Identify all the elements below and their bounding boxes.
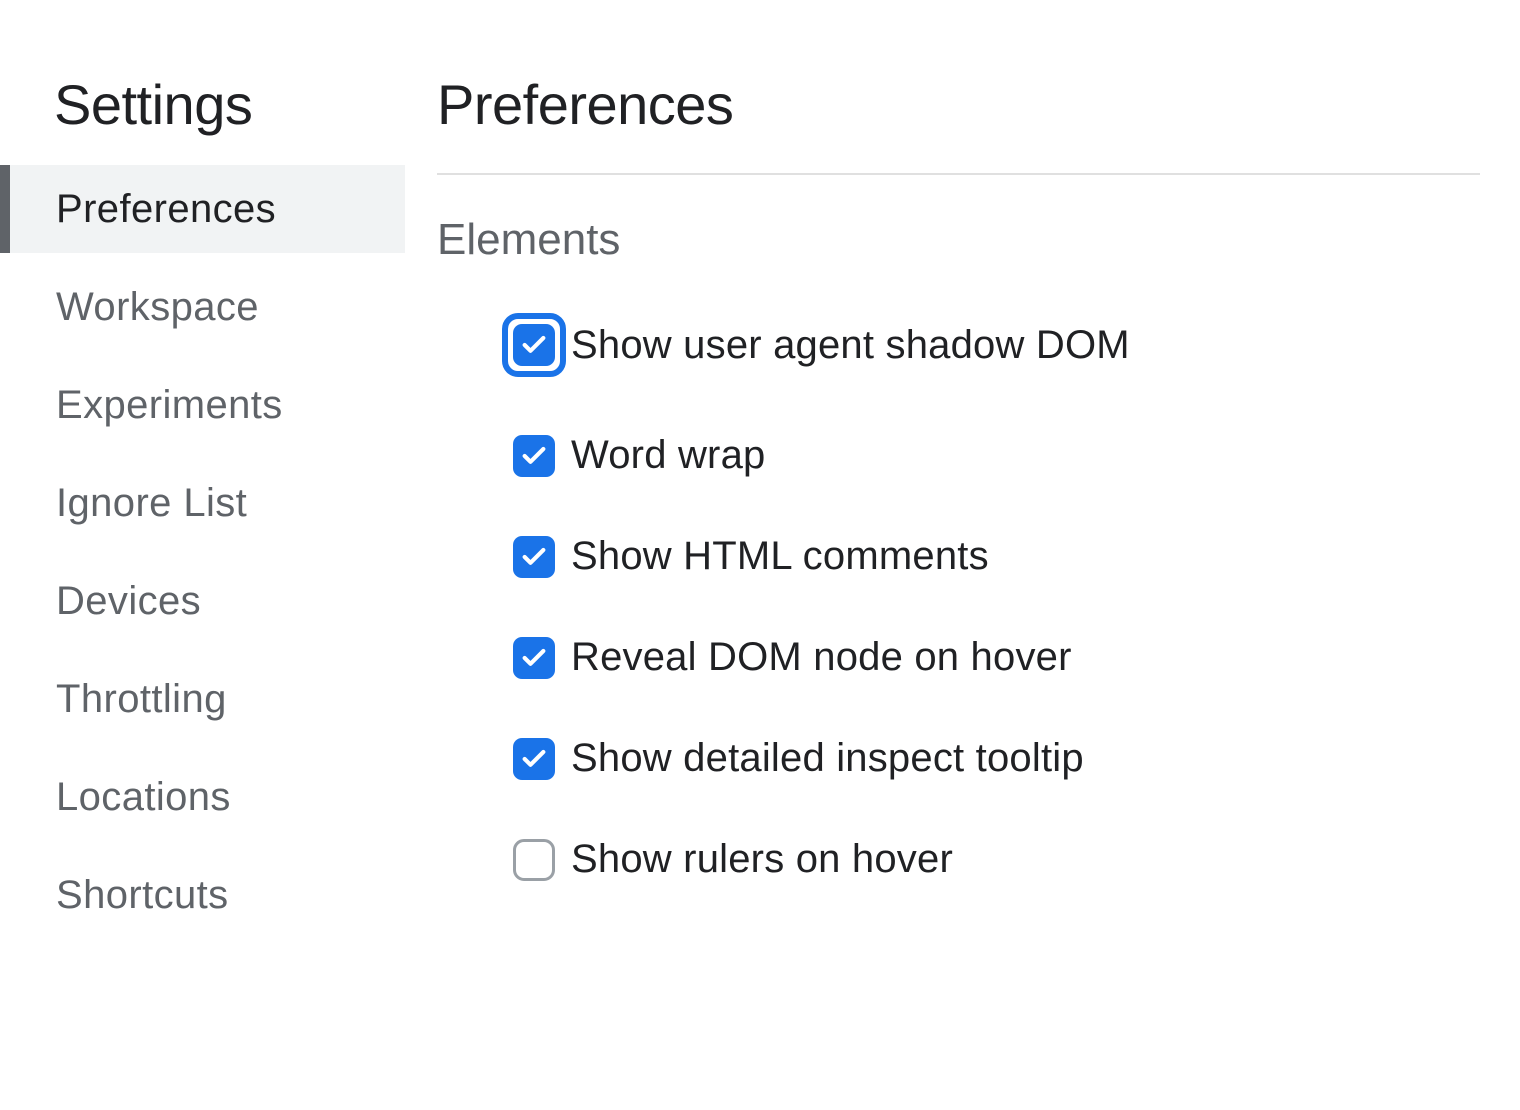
- sidebar-item-experiments[interactable]: Experiments: [0, 361, 405, 449]
- sidebar-item-ignore-list[interactable]: Ignore List: [0, 459, 405, 547]
- option-label: Word wrap: [571, 433, 765, 478]
- option-label: Reveal DOM node on hover: [571, 635, 1072, 680]
- checkbox-icon[interactable]: [513, 435, 555, 477]
- checkbox-focus-ring: [502, 313, 566, 377]
- preferences-panel: Preferences Elements Show user agent sha…: [405, 0, 1520, 1110]
- sidebar-item-shortcuts[interactable]: Shortcuts: [0, 851, 405, 939]
- sidebar-item-locations[interactable]: Locations: [0, 753, 405, 841]
- option-show-rulers-on-hover[interactable]: Show rulers on hover: [513, 837, 1480, 882]
- sidebar-item-devices[interactable]: Devices: [0, 557, 405, 645]
- checkbox-icon[interactable]: [513, 839, 555, 881]
- option-label: Show detailed inspect tooltip: [571, 736, 1084, 781]
- sidebar-item-preferences[interactable]: Preferences: [0, 165, 405, 253]
- option-show-shadow-dom[interactable]: Show user agent shadow DOM: [513, 313, 1480, 377]
- checkbox-icon[interactable]: [513, 536, 555, 578]
- checkbox-icon[interactable]: [513, 637, 555, 679]
- option-detailed-inspect-tooltip[interactable]: Show detailed inspect tooltip: [513, 736, 1480, 781]
- section-title-elements: Elements: [437, 215, 1480, 265]
- option-label: Show rulers on hover: [571, 837, 953, 882]
- checkbox-icon[interactable]: [513, 324, 555, 366]
- settings-sidebar: Settings Preferences Workspace Experimen…: [0, 0, 405, 1110]
- option-reveal-dom-on-hover[interactable]: Reveal DOM node on hover: [513, 635, 1480, 680]
- sidebar-item-workspace[interactable]: Workspace: [0, 263, 405, 351]
- sidebar-item-throttling[interactable]: Throttling: [0, 655, 405, 743]
- option-label: Show user agent shadow DOM: [571, 323, 1130, 368]
- checkbox-icon[interactable]: [513, 738, 555, 780]
- panel-title: Preferences: [437, 72, 1480, 175]
- option-word-wrap[interactable]: Word wrap: [513, 433, 1480, 478]
- sidebar-title: Settings: [0, 0, 405, 165]
- options-list: Show user agent shadow DOM Word wrap Sho…: [437, 313, 1480, 882]
- option-show-html-comments[interactable]: Show HTML comments: [513, 534, 1480, 579]
- option-label: Show HTML comments: [571, 534, 989, 579]
